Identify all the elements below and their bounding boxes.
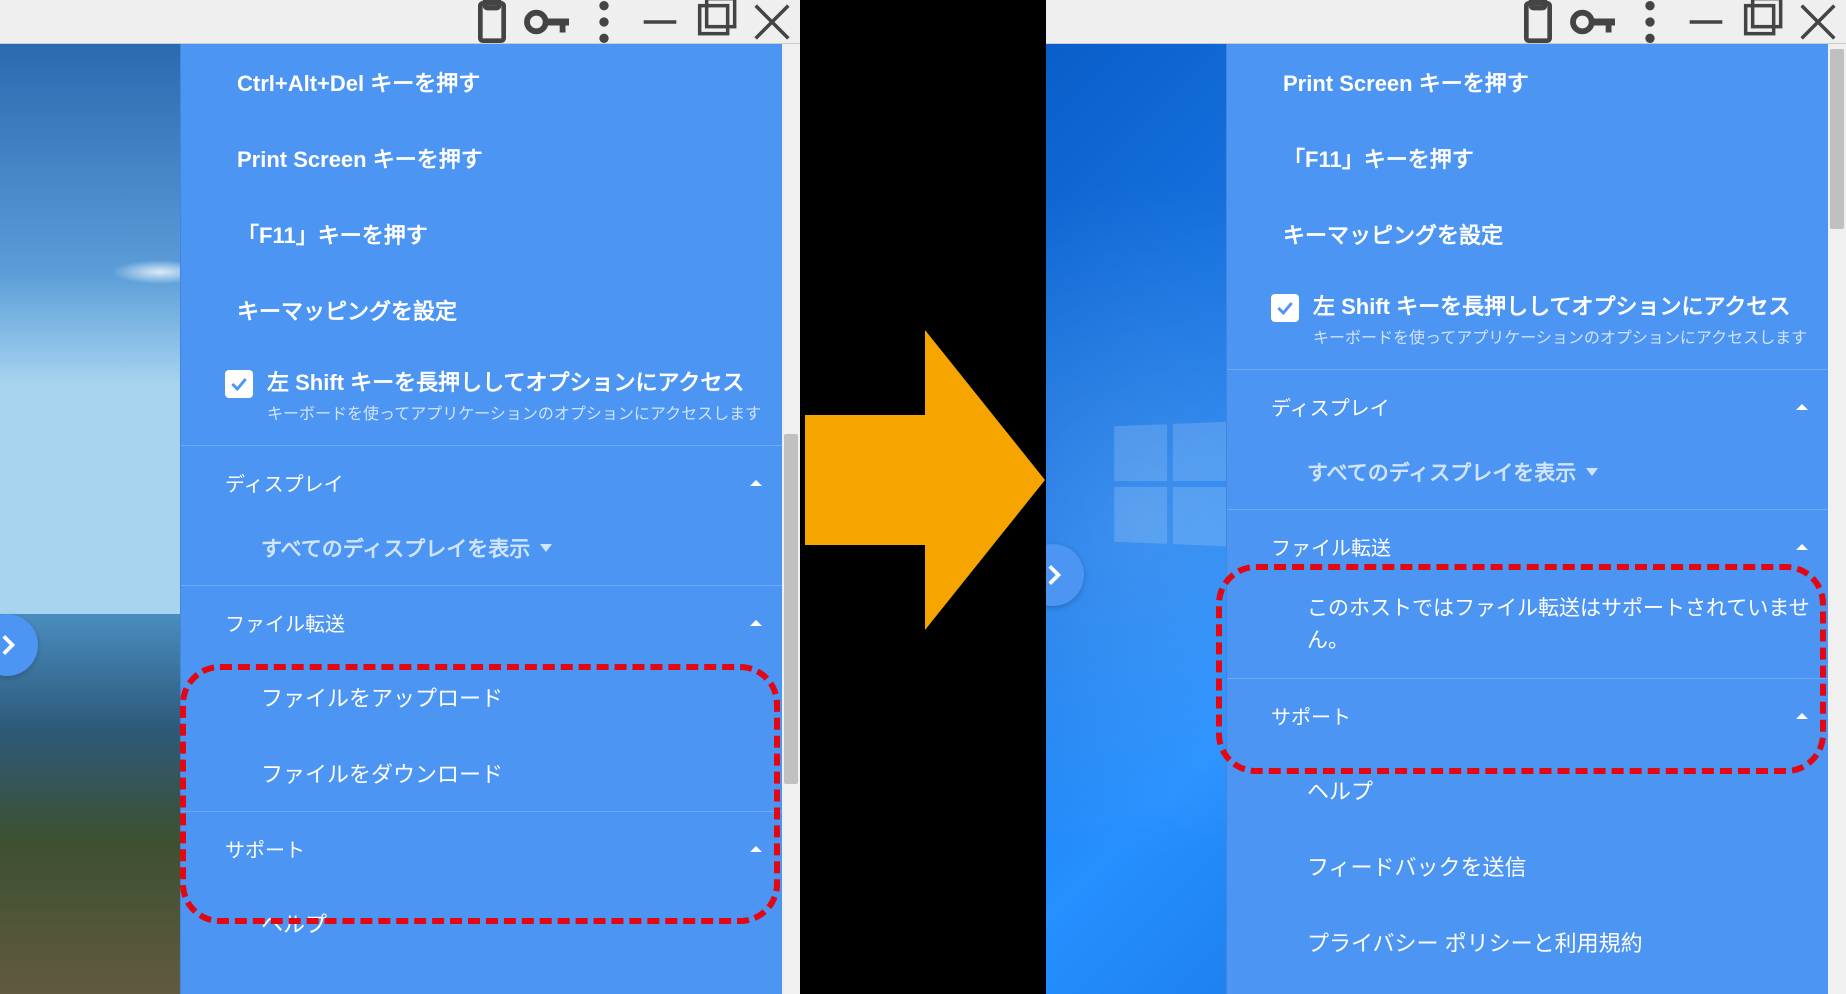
remote-viewport: Print Screen キーを押す 「F11」キーを押す キーマッピングを設定… <box>1046 44 1846 994</box>
maximize-button[interactable] <box>688 0 744 44</box>
shift-option-subtext: キーボードを使ってアプリケーションのオプションにアクセスします <box>1313 328 1807 350</box>
chevron-up-icon <box>744 611 768 635</box>
file-upload-item[interactable]: ファイルをアップロード <box>181 659 800 735</box>
windows-logo <box>1114 422 1230 547</box>
window-titlebar <box>0 0 800 44</box>
caret-down-icon <box>540 544 552 552</box>
display-all-dropdown[interactable]: すべてのディスプレイを表示 <box>181 519 800 585</box>
privacy-item[interactable]: プライバシー ポリシーと利用規約 <box>1227 904 1846 980</box>
scrollbar-thumb[interactable] <box>1830 49 1844 229</box>
clipboard-icon[interactable] <box>464 0 520 44</box>
help-item[interactable]: ヘルプ <box>181 885 800 961</box>
file-transfer-section-header[interactable]: ファイル転送 <box>1227 509 1846 583</box>
options-panel: Print Screen キーを押す 「F11」キーを押す キーマッピングを設定… <box>1226 44 1846 994</box>
shift-option-checkbox[interactable] <box>1271 294 1299 322</box>
f11-item[interactable]: 「F11」キーを押す <box>1227 120 1846 196</box>
chevron-up-icon <box>744 837 768 861</box>
display-all-dropdown[interactable]: すべてのディスプレイを表示 <box>1227 443 1846 509</box>
print-screen-item[interactable]: Print Screen キーを押す <box>1227 44 1846 120</box>
print-screen-item[interactable]: Print Screen キーを押す <box>181 120 800 196</box>
scrollbar-thumb[interactable] <box>784 434 798 784</box>
more-icon[interactable] <box>1622 0 1678 44</box>
scrollbar-track[interactable] <box>1828 44 1846 994</box>
maximize-button[interactable] <box>1734 0 1790 44</box>
minimize-button[interactable] <box>1678 0 1734 44</box>
key-icon[interactable] <box>1566 0 1622 44</box>
shift-option-checkbox[interactable] <box>225 370 253 398</box>
screenshot-after: Print Screen キーを押す 「F11」キーを押す キーマッピングを設定… <box>1046 0 1846 994</box>
options-panel: Ctrl+Alt+Del キーを押す Print Screen キーを押す 「F… <box>180 44 800 994</box>
file-transfer-unsupported-message: このホストではファイル転送はサポートされていません。 <box>1227 583 1846 678</box>
shift-option-subtext: キーボードを使ってアプリケーションのオプションにアクセスします <box>267 404 761 426</box>
chevron-up-icon <box>1790 704 1814 728</box>
keymap-item[interactable]: キーマッピングを設定 <box>1227 196 1846 272</box>
file-transfer-section-header[interactable]: ファイル転送 <box>181 585 800 659</box>
shift-option-label: 左 Shift キーを長押ししてオプションにアクセス <box>267 370 744 395</box>
support-section-header[interactable]: サポート <box>181 811 800 885</box>
close-button[interactable] <box>1790 0 1846 44</box>
window-titlebar <box>1046 0 1846 44</box>
chevron-up-icon <box>1790 535 1814 559</box>
ctrl-alt-del-item[interactable]: Ctrl+Alt+Del キーを押す <box>181 44 800 120</box>
shift-option-row[interactable]: 左 Shift キーを長押ししてオプションにアクセス キーボードを使ってアプリケ… <box>181 348 800 445</box>
more-icon[interactable] <box>576 0 632 44</box>
shift-option-label: 左 Shift キーを長押ししてオプションにアクセス <box>1313 294 1790 319</box>
feedback-item[interactable]: フィードバックを送信 <box>1227 828 1846 904</box>
chevron-up-icon <box>744 471 768 495</box>
keymap-item[interactable]: キーマッピングを設定 <box>181 272 800 348</box>
chevron-up-icon <box>1790 395 1814 419</box>
transition-arrow <box>805 330 1045 630</box>
clipboard-icon[interactable] <box>1510 0 1566 44</box>
display-section-header[interactable]: ディスプレイ <box>181 445 800 519</box>
help-item[interactable]: ヘルプ <box>1227 752 1846 828</box>
minimize-button[interactable] <box>632 0 688 44</box>
shift-option-row[interactable]: 左 Shift キーを長押ししてオプションにアクセス キーボードを使ってアプリケ… <box>1227 272 1846 369</box>
scrollbar-track[interactable] <box>782 44 800 994</box>
close-button[interactable] <box>744 0 800 44</box>
key-icon[interactable] <box>520 0 576 44</box>
f11-item[interactable]: 「F11」キーを押す <box>181 196 800 272</box>
file-download-item[interactable]: ファイルをダウンロード <box>181 735 800 811</box>
screenshot-before: Ctrl+Alt+Del キーを押す Print Screen キーを押す 「F… <box>0 0 800 994</box>
caret-down-icon <box>1586 468 1598 476</box>
remote-viewport: Ctrl+Alt+Del キーを押す Print Screen キーを押す 「F… <box>0 44 800 994</box>
support-section-header[interactable]: サポート <box>1227 678 1846 752</box>
display-section-header[interactable]: ディスプレイ <box>1227 369 1846 443</box>
